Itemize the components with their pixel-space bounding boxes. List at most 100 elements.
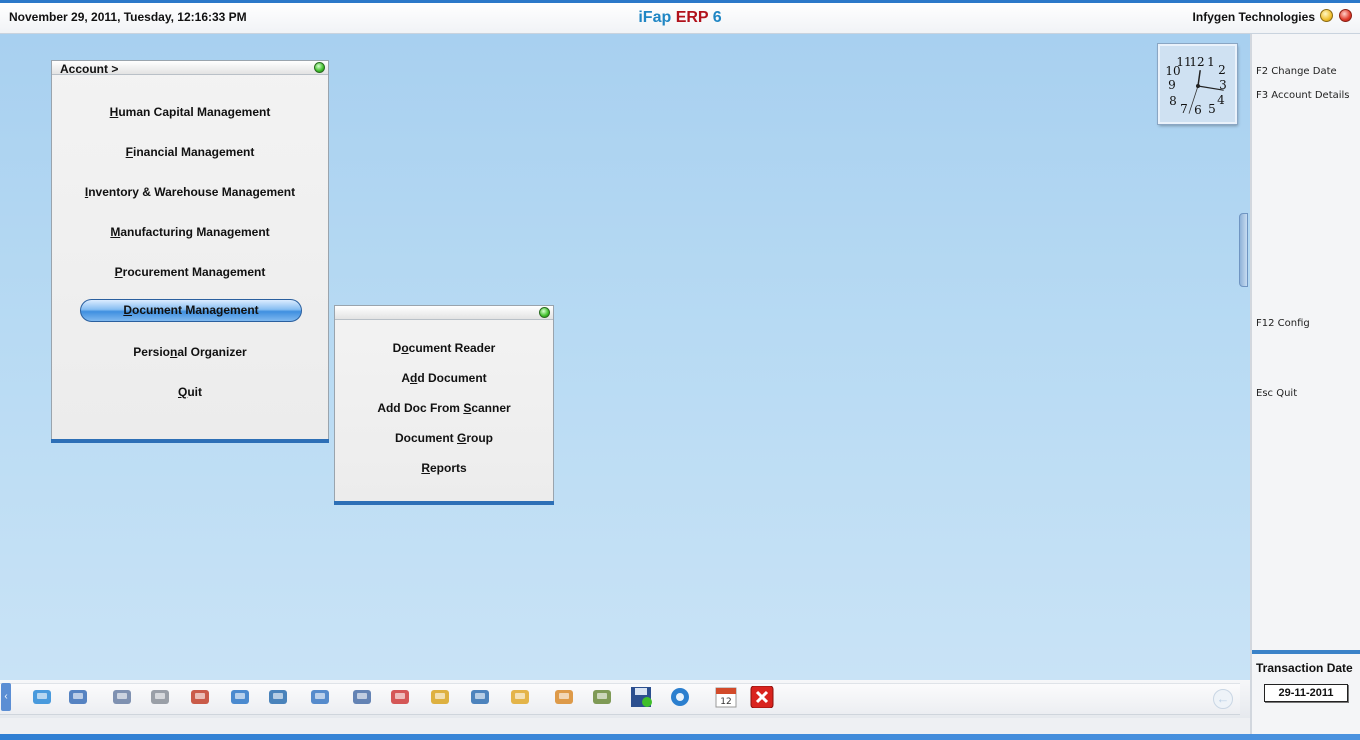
hotkey-config[interactable]: F12 Config xyxy=(1256,318,1310,329)
svg-text:8: 8 xyxy=(1169,94,1177,108)
network-icon[interactable] xyxy=(468,686,492,708)
svg-text:9: 9 xyxy=(1168,78,1176,92)
document-submenu-panel: Document Reader Add Document Add Doc From … xyxy=(334,305,554,505)
cart-icon[interactable] xyxy=(228,686,252,708)
menu-label-rest: canner xyxy=(471,401,511,415)
menu-label-ul: M xyxy=(110,225,121,239)
people-icon[interactable] xyxy=(110,686,134,708)
submenu-item-document-group[interactable]: Document Group xyxy=(335,431,553,445)
menu-item-procurement-management[interactable]: Procurement Management xyxy=(52,265,328,279)
menu-item-human-capital-management[interactable]: Human Capital Management xyxy=(52,105,328,119)
menu-item-document-management[interactable]: Document Management xyxy=(80,299,302,322)
svg-text:12: 12 xyxy=(720,697,731,707)
hotkey-account-details[interactable]: F3 Account Details xyxy=(1256,90,1350,101)
save-icon[interactable] xyxy=(630,686,654,708)
submenu-item-add-document[interactable]: Add Document xyxy=(335,371,553,385)
submenu-item-reports[interactable]: Reports xyxy=(335,461,553,475)
panel-status-icon[interactable] xyxy=(539,307,550,318)
menu-label-ul: F xyxy=(125,145,133,159)
close-icon[interactable] xyxy=(750,685,774,709)
svg-text:1: 1 xyxy=(1207,55,1215,69)
hotkey-panel: F2 Change Date F3 Account Details F12 Co… xyxy=(1250,34,1360,740)
submenu-item-add-doc-from-scanner[interactable]: Add Doc From Scanner xyxy=(335,401,553,415)
taskbar: ‹ 12 ← xyxy=(0,680,1250,718)
submenu-item-document-reader[interactable]: Document Reader xyxy=(335,341,553,355)
menu-label-rest: uman Capital Management xyxy=(118,105,271,119)
taskbar-scroll-left-button[interactable]: ‹ xyxy=(1,683,11,711)
books-icon[interactable] xyxy=(188,686,212,708)
menu-label-rest: anufacturing Management xyxy=(120,225,270,239)
menu-label-ul: P xyxy=(114,265,123,279)
menu-label-pre: Add Doc From xyxy=(377,401,464,415)
window-icon[interactable] xyxy=(308,686,332,708)
organizer-icon[interactable] xyxy=(552,686,576,708)
hierarchy-icon[interactable] xyxy=(30,686,54,708)
calendar-icon[interactable]: 12 xyxy=(714,686,738,708)
account-menu-panel: Account > Human Capital Management Financ… xyxy=(51,60,329,443)
svg-text:12: 12 xyxy=(1189,55,1204,69)
svg-text:7: 7 xyxy=(1180,102,1188,116)
menu-label-rest: rocurement Management xyxy=(122,265,266,279)
back-arrow-icon[interactable]: ← xyxy=(1213,689,1233,709)
menu-label-rest: d Document xyxy=(417,371,487,385)
gears-icon[interactable] xyxy=(148,686,172,708)
menu-label-rest: uit xyxy=(187,385,202,399)
svg-text:6: 6 xyxy=(1194,103,1202,117)
factory-icon[interactable] xyxy=(388,686,412,708)
document-icon[interactable] xyxy=(350,686,374,708)
user-search-icon[interactable] xyxy=(66,686,90,708)
title-bar: November 29, 2011, Tuesday, 12:16:33 PM … xyxy=(0,0,1360,34)
transfer-icon[interactable] xyxy=(266,686,290,708)
menu-label-ul: o xyxy=(401,341,409,355)
menu-item-manufacturing-management[interactable]: Manufacturing Management xyxy=(52,225,328,239)
app-title-erp: ERP xyxy=(675,9,709,26)
panel-bottom-border xyxy=(334,501,554,505)
app-title-ifap: iFap xyxy=(638,9,672,26)
menu-label-ul: R xyxy=(421,461,430,475)
menu-label-ul: Q xyxy=(177,385,188,399)
svg-text:4: 4 xyxy=(1217,93,1225,107)
menu-label-rest: ocument Management xyxy=(131,303,259,317)
company-name: Infygen Technologies xyxy=(1192,10,1315,24)
menu-item-financial-management[interactable]: Financial Management xyxy=(52,145,328,159)
document-panel-header xyxy=(335,306,553,320)
menu-label-ul: D xyxy=(123,303,132,317)
svg-text:2: 2 xyxy=(1218,63,1226,77)
settings-icon[interactable] xyxy=(668,686,692,708)
menu-label-pre: Persio xyxy=(133,345,170,359)
hotkey-change-date[interactable]: F2 Change Date xyxy=(1256,66,1337,77)
menu-label-pre: Document xyxy=(394,431,457,445)
status-strip xyxy=(0,734,1360,740)
taskbar-track xyxy=(0,683,1240,715)
panel-status-icon[interactable] xyxy=(314,62,325,73)
hotkey-quit[interactable]: Esc Quit xyxy=(1256,388,1297,399)
menu-label-rest: nventory & Warehouse Management xyxy=(88,185,296,199)
menu-item-persional-organizer[interactable]: Persional Organizer xyxy=(52,345,328,359)
checklist-icon[interactable] xyxy=(590,686,614,708)
minimize-button[interactable] xyxy=(1320,9,1333,22)
transaction-date-label: Transaction Date xyxy=(1256,661,1353,675)
analog-clock: 12 1 2 3 4 5 6 7 8 9 10 11 xyxy=(1158,44,1237,124)
menu-label-pre: A xyxy=(401,371,410,385)
panel-bottom-border xyxy=(51,439,329,443)
menu-label-ul: G xyxy=(457,431,467,445)
side-panel-handle[interactable] xyxy=(1239,213,1248,287)
svg-text:5: 5 xyxy=(1208,102,1216,116)
app-title-version: 6 xyxy=(712,9,722,26)
app-title: iFap ERP 6 xyxy=(0,9,1360,27)
svg-text:11: 11 xyxy=(1176,55,1191,69)
menu-item-inventory-warehouse-management[interactable]: Inventory & Warehouse Management xyxy=(52,185,328,199)
close-window-button[interactable] xyxy=(1339,9,1352,22)
menu-label-rest: eports xyxy=(429,461,467,475)
menu-label-ul: H xyxy=(109,105,119,119)
folder-icon[interactable] xyxy=(508,686,532,708)
transaction-date-field[interactable]: 29-11-2011 xyxy=(1264,684,1348,702)
account-panel-header: Account > xyxy=(52,61,328,76)
menu-label-rest: roup xyxy=(466,431,494,445)
account-panel-title: Account > xyxy=(60,62,119,76)
menu-item-quit[interactable]: Quit xyxy=(52,385,328,399)
tree-icon[interactable] xyxy=(428,686,452,708)
transaction-separator xyxy=(1252,650,1360,654)
menu-label-rest: cument Reader xyxy=(408,341,496,355)
menu-label-rest: al Organizer xyxy=(177,345,247,359)
